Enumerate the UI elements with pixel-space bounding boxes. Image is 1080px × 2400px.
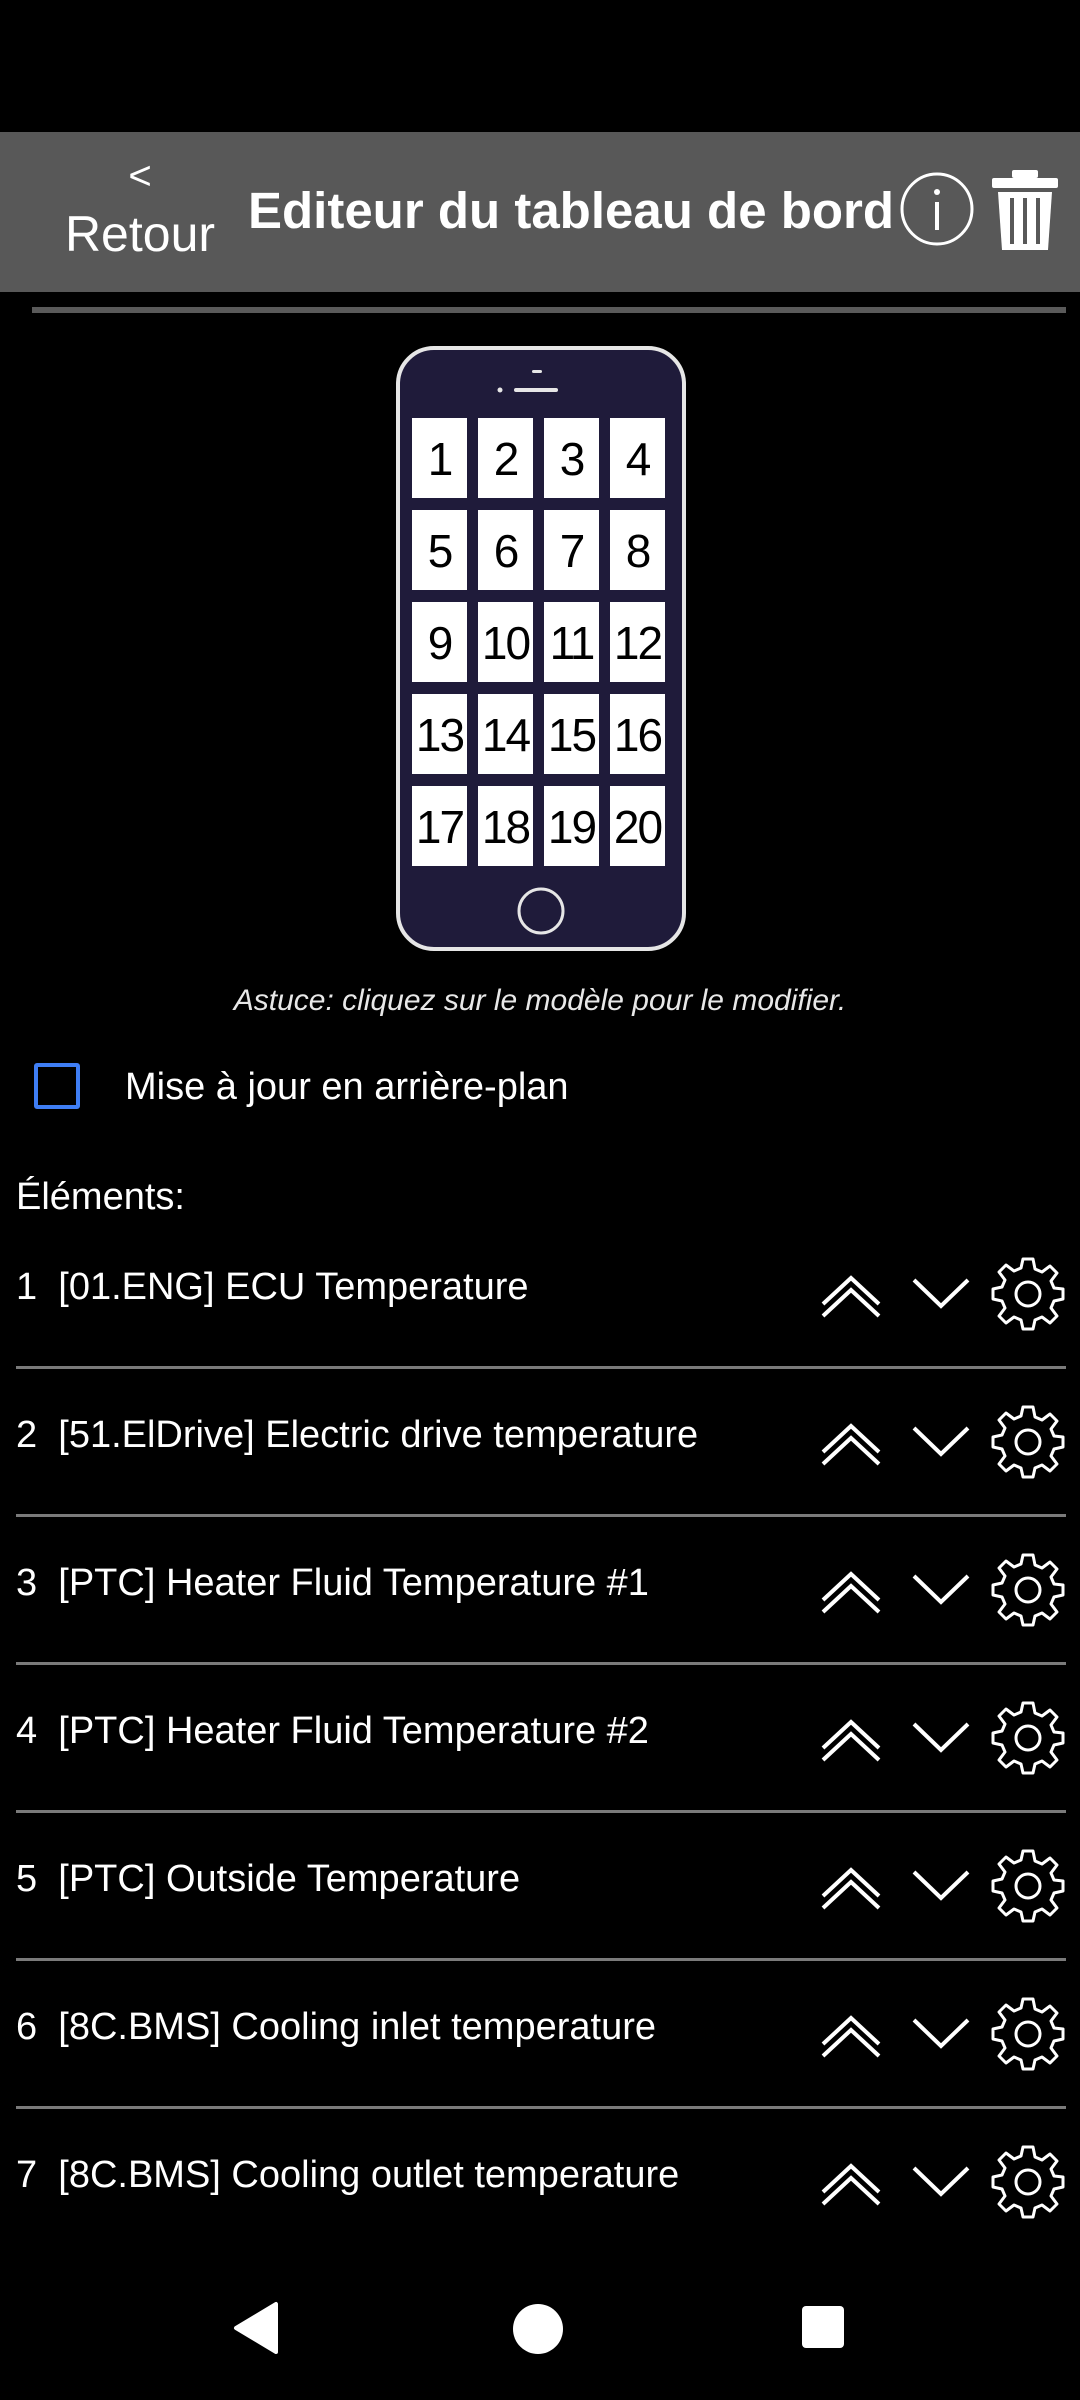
nav-home-icon[interactable] bbox=[511, 2302, 565, 2356]
model-cell[interactable]: 15 bbox=[544, 694, 599, 774]
chevron-up-icon[interactable] bbox=[815, 1998, 887, 2070]
chevron-up-icon[interactable] bbox=[815, 1406, 887, 1478]
background-update-checkbox[interactable] bbox=[34, 1063, 80, 1109]
list-item-text: 6 [8C.BMS] Cooling inlet temperature bbox=[16, 2002, 656, 2052]
background-update-label: Mise à jour en arrière-plan bbox=[125, 1066, 569, 1108]
gear-icon[interactable] bbox=[990, 1404, 1066, 1480]
chevron-down-icon[interactable] bbox=[908, 1704, 974, 1770]
model-cell[interactable]: 3 bbox=[544, 418, 599, 498]
background-update-row[interactable]: Mise à jour en arrière-plan bbox=[34, 1060, 934, 1120]
list-item: 6 [8C.BMS] Cooling inlet temperature bbox=[0, 1960, 1080, 2109]
list-item-text: 4 [PTC] Heater Fluid Temperature #2 bbox=[16, 1706, 649, 1756]
tip-text: Astuce: cliquez sur le modèle pour le mo… bbox=[233, 984, 847, 1017]
gear-icon[interactable] bbox=[990, 1256, 1066, 1332]
model-cell[interactable]: 19 bbox=[544, 786, 599, 866]
gear-icon[interactable] bbox=[990, 1552, 1066, 1628]
model-cell[interactable]: 4 bbox=[610, 418, 665, 498]
chevron-down-icon[interactable] bbox=[908, 1260, 974, 1326]
model-cell[interactable]: 8 bbox=[610, 510, 665, 590]
model-cell[interactable]: 12 bbox=[610, 602, 665, 682]
item-label: [PTC] Heater Fluid Temperature #1 bbox=[58, 1562, 649, 1604]
trash-icon[interactable] bbox=[990, 168, 1060, 252]
item-number: 6 bbox=[16, 2006, 38, 2048]
list-item-text: 7 [8C.BMS] Cooling outlet temperature bbox=[16, 2150, 679, 2200]
list-item: 7 [8C.BMS] Cooling outlet temperature bbox=[0, 2108, 1080, 2256]
item-number: 7 bbox=[16, 2154, 38, 2196]
gear-icon[interactable] bbox=[990, 1848, 1066, 1924]
chevron-down-icon[interactable] bbox=[908, 2148, 974, 2214]
header-divider bbox=[32, 307, 1066, 313]
elements-heading: Éléments: bbox=[16, 1176, 185, 1218]
model-cell[interactable]: 18 bbox=[478, 786, 533, 866]
item-label: [PTC] Heater Fluid Temperature #2 bbox=[58, 1710, 649, 1752]
item-number: 3 bbox=[16, 1562, 38, 1604]
list-item-text: 5 [PTC] Outside Temperature bbox=[16, 1854, 520, 1904]
gear-icon[interactable] bbox=[990, 2144, 1066, 2220]
chevron-down-icon[interactable] bbox=[908, 1408, 974, 1474]
back-arrow-icon: < bbox=[128, 154, 152, 198]
chevron-up-icon[interactable] bbox=[815, 1258, 887, 1330]
system-navigation-bar bbox=[0, 2260, 1080, 2400]
model-cell[interactable]: 13 bbox=[412, 694, 467, 774]
chevron-up-icon[interactable] bbox=[815, 1850, 887, 1922]
nav-back-icon[interactable] bbox=[230, 2300, 280, 2356]
model-cell[interactable]: 2 bbox=[478, 418, 533, 498]
list-item-text: 3 [PTC] Heater Fluid Temperature #1 bbox=[16, 1558, 649, 1608]
list-item: 2 [51.ElDrive] Electric drive temperatur… bbox=[0, 1368, 1080, 1517]
model-cell[interactable]: 20 bbox=[610, 786, 665, 866]
list-item: 4 [PTC] Heater Fluid Temperature #2 bbox=[0, 1664, 1080, 1813]
list-item: 1 [01.ENG] ECU Temperature bbox=[0, 1220, 1080, 1369]
model-cell[interactable]: 5 bbox=[412, 510, 467, 590]
item-label: [01.ENG] ECU Temperature bbox=[58, 1266, 529, 1308]
model-cell[interactable]: 16 bbox=[610, 694, 665, 774]
model-cell[interactable]: 9 bbox=[412, 602, 467, 682]
model-cell[interactable]: 17 bbox=[412, 786, 467, 866]
chevron-down-icon[interactable] bbox=[908, 2000, 974, 2066]
item-number: 2 bbox=[16, 1414, 38, 1456]
item-label: [8C.BMS] Cooling inlet temperature bbox=[58, 2006, 656, 2048]
model-cell[interactable]: 11 bbox=[544, 602, 599, 682]
item-number: 5 bbox=[16, 1858, 38, 1900]
list-item: 5 [PTC] Outside Temperature bbox=[0, 1812, 1080, 1961]
app-header: < Retour Editeur du tableau de bord bbox=[0, 132, 1080, 292]
back-label: Retour bbox=[64, 206, 216, 262]
chevron-up-icon[interactable] bbox=[815, 1554, 887, 1626]
gear-icon[interactable] bbox=[990, 1700, 1066, 1776]
page-title: Editeur du tableau de bord bbox=[248, 182, 895, 239]
item-label: [51.ElDrive] Electric drive temperature bbox=[58, 1414, 699, 1456]
model-cell[interactable]: 14 bbox=[478, 694, 533, 774]
model-cell[interactable]: 1 bbox=[412, 418, 467, 498]
back-button[interactable]: < Retour bbox=[40, 152, 240, 272]
info-icon[interactable] bbox=[898, 170, 976, 248]
item-label: [PTC] Outside Temperature bbox=[58, 1858, 521, 1900]
item-number: 1 bbox=[16, 1266, 38, 1308]
chevron-down-icon[interactable] bbox=[908, 1556, 974, 1622]
gear-icon[interactable] bbox=[990, 1996, 1066, 2072]
list-item-text: 1 [01.ENG] ECU Temperature bbox=[16, 1262, 529, 1312]
list-item: 3 [PTC] Heater Fluid Temperature #1 bbox=[0, 1516, 1080, 1665]
chevron-up-icon[interactable] bbox=[815, 2146, 887, 2218]
item-number: 4 bbox=[16, 1710, 38, 1752]
chevron-down-icon[interactable] bbox=[908, 1852, 974, 1918]
list-item-text: 2 [51.ElDrive] Electric drive temperatur… bbox=[16, 1410, 698, 1460]
model-cell[interactable]: 6 bbox=[478, 510, 533, 590]
chevron-up-icon[interactable] bbox=[815, 1702, 887, 1774]
model-cell[interactable]: 7 bbox=[544, 510, 599, 590]
item-label: [8C.BMS] Cooling outlet temperature bbox=[58, 2154, 680, 2196]
nav-recents-icon[interactable] bbox=[800, 2304, 846, 2350]
model-cell[interactable]: 10 bbox=[478, 602, 533, 682]
